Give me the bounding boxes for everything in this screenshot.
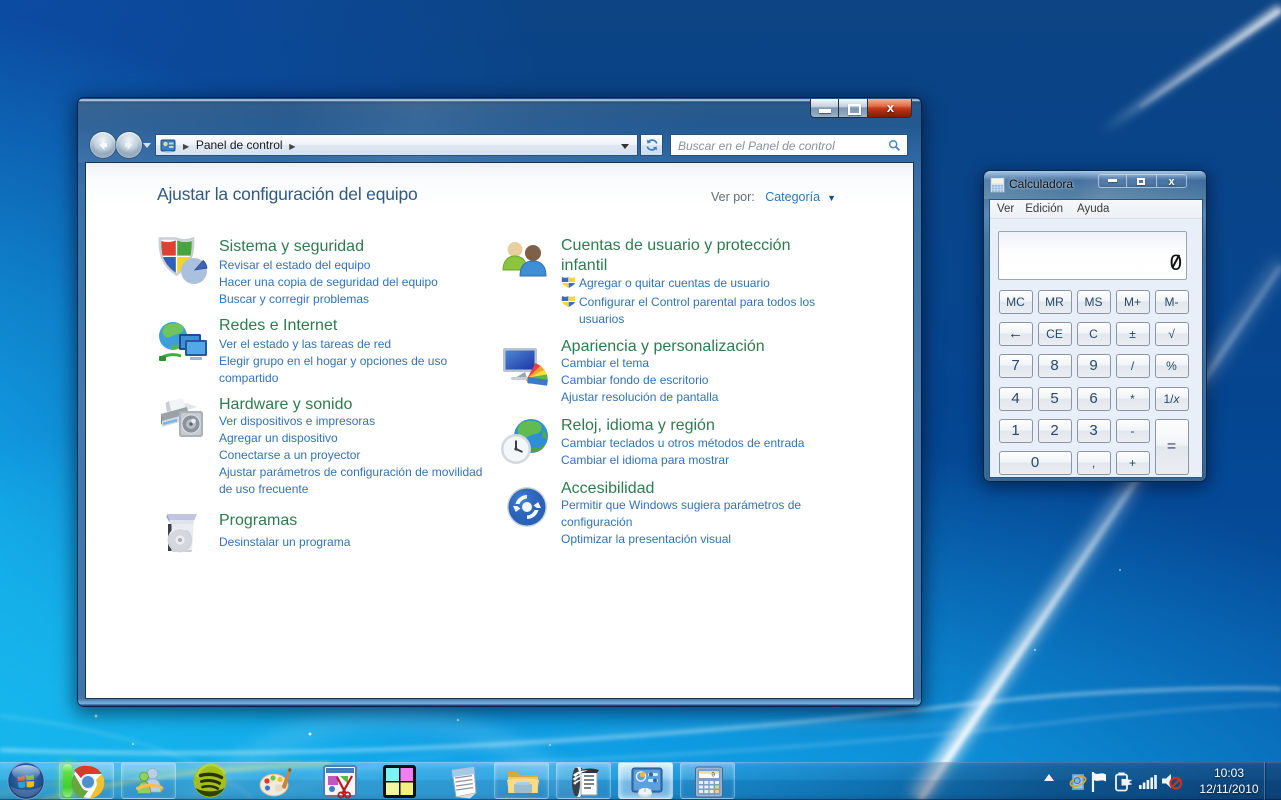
svg-text:0: 0 bbox=[711, 772, 715, 779]
